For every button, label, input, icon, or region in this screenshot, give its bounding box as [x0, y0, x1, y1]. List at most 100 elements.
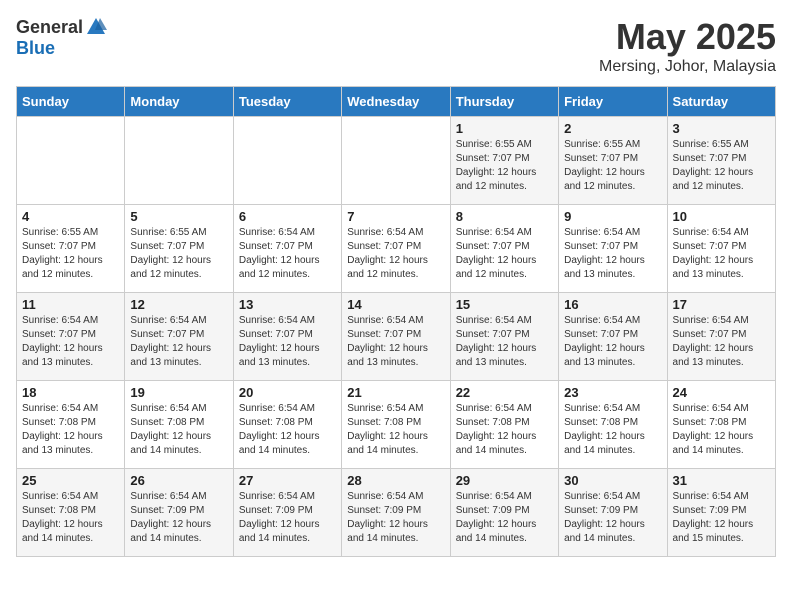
header: General Blue May 2025 Mersing, Johor, Ma…: [16, 16, 776, 76]
logo-icon: [85, 16, 107, 38]
day-number: 10: [673, 209, 770, 224]
day-number: 30: [564, 473, 661, 488]
day-info: Sunrise: 6:54 AM Sunset: 7:07 PM Dayligh…: [22, 314, 119, 370]
calendar-week-row: 1Sunrise: 6:55 AM Sunset: 7:07 PM Daylig…: [17, 117, 776, 205]
calendar-cell: 23 Sunrise: 6:54 AM Sunset: 7:08 PM Dayli…: [559, 381, 667, 469]
day-number: 11: [22, 297, 119, 312]
day-info: Sunrise: 6:55 AM Sunset: 7:07 PM Dayligh…: [22, 226, 119, 282]
calendar-cell: [342, 117, 450, 205]
day-info: Sunrise: 6:54 AM Sunset: 7:09 PM Dayligh…: [564, 490, 661, 546]
title-section: May 2025 Mersing, Johor, Malaysia: [599, 16, 776, 76]
day-number: 7: [347, 209, 444, 224]
calendar-cell: 22 Sunrise: 6:54 AM Sunset: 7:08 PM Dayli…: [450, 381, 558, 469]
day-header-tuesday: Tuesday: [233, 87, 341, 117]
day-header-wednesday: Wednesday: [342, 87, 450, 117]
day-info: Sunrise: 6:54 AM Sunset: 7:07 PM Dayligh…: [130, 314, 227, 370]
calendar-header-row: SundayMondayTuesdayWednesdayThursdayFrid…: [17, 87, 776, 117]
calendar-cell: 10 Sunrise: 6:54 AM Sunset: 7:07 PM Dayli…: [667, 205, 775, 293]
day-number: 18: [22, 385, 119, 400]
calendar-cell: 24Sunrise: 6:54 AM Sunset: 7:08 PM Dayli…: [667, 381, 775, 469]
calendar-week-row: 25 Sunrise: 6:54 AM Sunset: 7:08 PM Dayli…: [17, 469, 776, 557]
day-header-monday: Monday: [125, 87, 233, 117]
calendar-cell: 16Sunrise: 6:54 AM Sunset: 7:07 PM Dayli…: [559, 293, 667, 381]
calendar-week-row: 11 Sunrise: 6:54 AM Sunset: 7:07 PM Dayli…: [17, 293, 776, 381]
calendar-cell: 30 Sunrise: 6:54 AM Sunset: 7:09 PM Dayli…: [559, 469, 667, 557]
logo-general-text: General: [16, 17, 83, 38]
day-info: Sunrise: 6:54 AM Sunset: 7:09 PM Dayligh…: [456, 490, 553, 546]
day-info: Sunrise: 6:55 AM Sunset: 7:07 PM Dayligh…: [673, 138, 770, 194]
day-header-sunday: Sunday: [17, 87, 125, 117]
day-info: Sunrise: 6:54 AM Sunset: 7:07 PM Dayligh…: [347, 314, 444, 370]
day-number: 4: [22, 209, 119, 224]
day-info: Sunrise: 6:55 AM Sunset: 7:07 PM Dayligh…: [564, 138, 661, 194]
day-number: 9: [564, 209, 661, 224]
day-info: Sunrise: 6:54 AM Sunset: 7:07 PM Dayligh…: [456, 226, 553, 282]
day-number: 28: [347, 473, 444, 488]
day-header-friday: Friday: [559, 87, 667, 117]
calendar-cell: 29Sunrise: 6:54 AM Sunset: 7:09 PM Dayli…: [450, 469, 558, 557]
main-title: May 2025: [599, 16, 776, 58]
calendar-cell: 15 Sunrise: 6:54 AM Sunset: 7:07 PM Dayli…: [450, 293, 558, 381]
calendar-cell: 19 Sunrise: 6:54 AM Sunset: 7:08 PM Dayli…: [125, 381, 233, 469]
calendar-week-row: 4 Sunrise: 6:55 AM Sunset: 7:07 PM Daylig…: [17, 205, 776, 293]
day-info: Sunrise: 6:54 AM Sunset: 7:08 PM Dayligh…: [22, 490, 119, 546]
logo: General Blue: [16, 16, 107, 59]
day-info: Sunrise: 6:54 AM Sunset: 7:08 PM Dayligh…: [239, 402, 336, 458]
day-number: 31: [673, 473, 770, 488]
calendar-cell: 7Sunrise: 6:54 AM Sunset: 7:07 PM Daylig…: [342, 205, 450, 293]
day-number: 16: [564, 297, 661, 312]
calendar-cell: 27 Sunrise: 6:54 AM Sunset: 7:09 PM Dayli…: [233, 469, 341, 557]
day-info: Sunrise: 6:54 AM Sunset: 7:08 PM Dayligh…: [456, 402, 553, 458]
calendar-cell: 5Sunrise: 6:55 AM Sunset: 7:07 PM Daylig…: [125, 205, 233, 293]
day-info: Sunrise: 6:54 AM Sunset: 7:09 PM Dayligh…: [673, 490, 770, 546]
day-number: 22: [456, 385, 553, 400]
calendar-cell: 6Sunrise: 6:54 AM Sunset: 7:07 PM Daylig…: [233, 205, 341, 293]
day-number: 2: [564, 121, 661, 136]
calendar-cell: 4 Sunrise: 6:55 AM Sunset: 7:07 PM Daylig…: [17, 205, 125, 293]
calendar-cell: 11 Sunrise: 6:54 AM Sunset: 7:07 PM Dayli…: [17, 293, 125, 381]
calendar-cell: 26 Sunrise: 6:54 AM Sunset: 7:09 PM Dayli…: [125, 469, 233, 557]
calendar-cell: 2 Sunrise: 6:55 AM Sunset: 7:07 PM Daylig…: [559, 117, 667, 205]
calendar-cell: [125, 117, 233, 205]
day-info: Sunrise: 6:54 AM Sunset: 7:08 PM Dayligh…: [22, 402, 119, 458]
day-info: Sunrise: 6:54 AM Sunset: 7:07 PM Dayligh…: [673, 314, 770, 370]
calendar-cell: 8Sunrise: 6:54 AM Sunset: 7:07 PM Daylig…: [450, 205, 558, 293]
calendar-cell: 17Sunrise: 6:54 AM Sunset: 7:07 PM Dayli…: [667, 293, 775, 381]
day-number: 14: [347, 297, 444, 312]
day-info: Sunrise: 6:54 AM Sunset: 7:07 PM Dayligh…: [673, 226, 770, 282]
day-number: 21: [347, 385, 444, 400]
day-info: Sunrise: 6:54 AM Sunset: 7:08 PM Dayligh…: [130, 402, 227, 458]
calendar-cell: 28 Sunrise: 6:54 AM Sunset: 7:09 PM Dayli…: [342, 469, 450, 557]
calendar-cell: 9 Sunrise: 6:54 AM Sunset: 7:07 PM Daylig…: [559, 205, 667, 293]
day-number: 3: [673, 121, 770, 136]
day-number: 25: [22, 473, 119, 488]
calendar-cell: 1Sunrise: 6:55 AM Sunset: 7:07 PM Daylig…: [450, 117, 558, 205]
day-info: Sunrise: 6:54 AM Sunset: 7:08 PM Dayligh…: [564, 402, 661, 458]
day-info: Sunrise: 6:54 AM Sunset: 7:09 PM Dayligh…: [347, 490, 444, 546]
calendar-cell: 12Sunrise: 6:54 AM Sunset: 7:07 PM Dayli…: [125, 293, 233, 381]
day-header-thursday: Thursday: [450, 87, 558, 117]
day-number: 27: [239, 473, 336, 488]
calendar-cell: 3 Sunrise: 6:55 AM Sunset: 7:07 PM Daylig…: [667, 117, 775, 205]
calendar-cell: 18 Sunrise: 6:54 AM Sunset: 7:08 PM Dayli…: [17, 381, 125, 469]
day-info: Sunrise: 6:55 AM Sunset: 7:07 PM Dayligh…: [456, 138, 553, 194]
calendar-cell: 25 Sunrise: 6:54 AM Sunset: 7:08 PM Dayli…: [17, 469, 125, 557]
calendar-body: 1Sunrise: 6:55 AM Sunset: 7:07 PM Daylig…: [17, 117, 776, 557]
day-info: Sunrise: 6:54 AM Sunset: 7:09 PM Dayligh…: [239, 490, 336, 546]
day-info: Sunrise: 6:55 AM Sunset: 7:07 PM Dayligh…: [130, 226, 227, 282]
day-header-saturday: Saturday: [667, 87, 775, 117]
day-number: 26: [130, 473, 227, 488]
calendar-cell: 20Sunrise: 6:54 AM Sunset: 7:08 PM Dayli…: [233, 381, 341, 469]
day-info: Sunrise: 6:54 AM Sunset: 7:08 PM Dayligh…: [673, 402, 770, 458]
day-info: Sunrise: 6:54 AM Sunset: 7:07 PM Dayligh…: [564, 226, 661, 282]
calendar-cell: 31 Sunrise: 6:54 AM Sunset: 7:09 PM Dayli…: [667, 469, 775, 557]
day-info: Sunrise: 6:54 AM Sunset: 7:09 PM Dayligh…: [130, 490, 227, 546]
day-info: Sunrise: 6:54 AM Sunset: 7:07 PM Dayligh…: [456, 314, 553, 370]
day-info: Sunrise: 6:54 AM Sunset: 7:07 PM Dayligh…: [239, 226, 336, 282]
day-number: 23: [564, 385, 661, 400]
day-number: 19: [130, 385, 227, 400]
subtitle: Mersing, Johor, Malaysia: [599, 58, 776, 76]
day-number: 15: [456, 297, 553, 312]
calendar-week-row: 18 Sunrise: 6:54 AM Sunset: 7:08 PM Dayli…: [17, 381, 776, 469]
calendar-table: SundayMondayTuesdayWednesdayThursdayFrid…: [16, 86, 776, 557]
